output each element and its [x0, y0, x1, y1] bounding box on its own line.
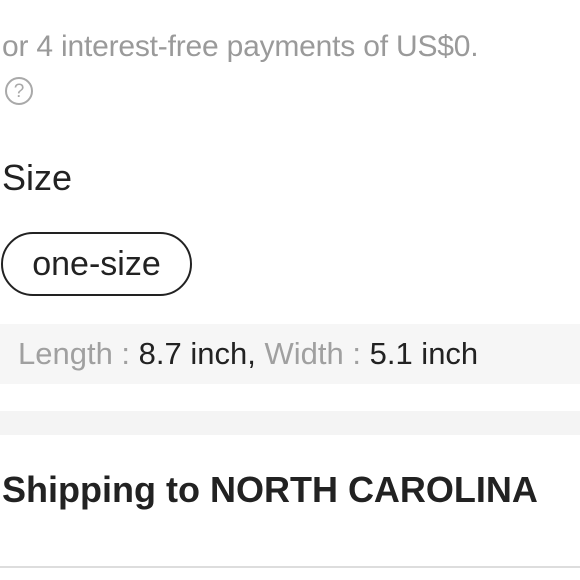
size-option-one-size[interactable]: one-size: [1, 232, 192, 296]
bottom-divider: [0, 566, 580, 568]
dimensions-bar: Length : 8.7 inch, Width : 5.1 inch: [0, 324, 580, 384]
shipping-title[interactable]: Shipping to NORTH CAROLINA: [2, 469, 538, 511]
length-label: Length :: [18, 336, 131, 371]
size-label: Size: [2, 157, 73, 198]
help-icon[interactable]: ?: [5, 77, 33, 105]
length-value: 8.7 inch,: [138, 336, 256, 371]
section-divider: [0, 411, 580, 435]
installment-payment-text: or 4 interest-free payments of US$0.: [2, 30, 479, 63]
width-label: Width :: [264, 336, 361, 371]
width-value: 5.1 inch: [369, 336, 479, 371]
